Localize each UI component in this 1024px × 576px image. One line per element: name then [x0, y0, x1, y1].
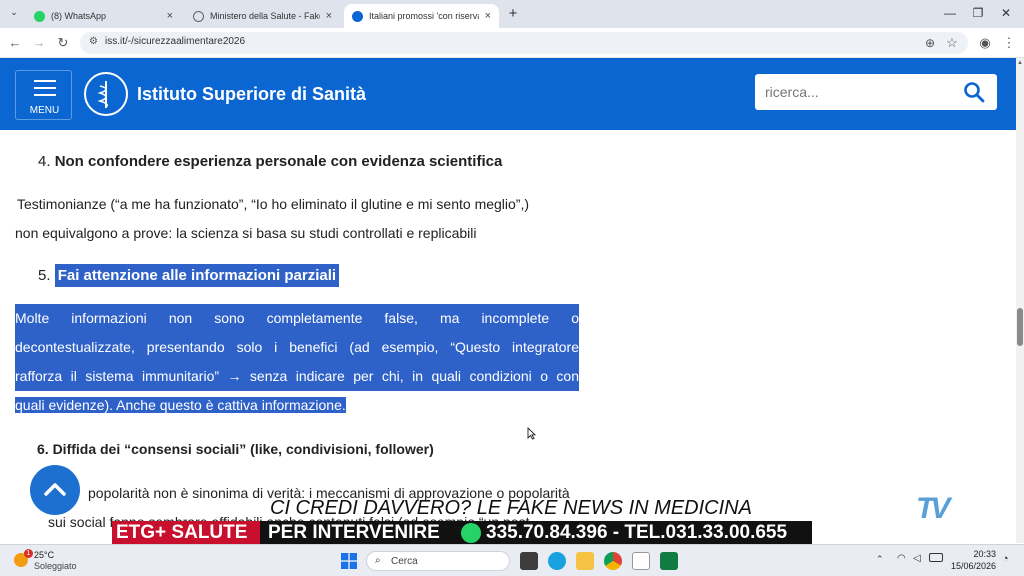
- site-header: MENU Istituto Superiore di Sanità: [0, 58, 1016, 130]
- windows-start-icon[interactable]: [341, 553, 357, 569]
- broadcast-ticker: ETG+ SALUTE PER INTERVENIRE 335.70.84.39…: [112, 521, 812, 545]
- paragraph-line: rafforza il sistema immunitario” → senza…: [15, 362, 579, 391]
- chrome-icon[interactable]: [604, 552, 622, 570]
- mouse-cursor-icon: [527, 427, 536, 440]
- iss-favicon-icon: [352, 10, 363, 22]
- scrollbar-thumb[interactable]: [1017, 308, 1023, 346]
- new-tab-button[interactable]: +: [504, 5, 522, 23]
- tab-whatsapp[interactable]: (8) WhatsApp ×: [26, 4, 181, 28]
- paragraph-line: Testimonianze (“a me ha funzionato”, “Io…: [17, 196, 530, 212]
- tab-title: Ministero della Salute - Fake Ne: [210, 11, 320, 21]
- taskbar: 1 25°C Soleggiato ⌕ Cerca ⌃ ◠ ◁ 20:33 15…: [0, 544, 1024, 576]
- close-tab-icon[interactable]: ×: [167, 10, 173, 22]
- address-bar[interactable]: ⚙ iss.it/-/sicurezzaalimentare2026: [80, 32, 968, 54]
- tab-title: Italiani promossi 'con riserva' s: [369, 11, 479, 21]
- cta-text: PER INTERVENIRE: [268, 522, 440, 543]
- paragraph-line: quali evidenze). Anche questo è cattiva …: [15, 397, 346, 413]
- notification-bell-icon[interactable]: ◔: [1002, 553, 1009, 565]
- search-icon: ⌕: [375, 555, 381, 566]
- wifi-icon[interactable]: ◠: [897, 553, 906, 564]
- browser-menu-icon[interactable]: ⋮: [999, 33, 1019, 53]
- tab-strip: ⌄ (8) WhatsApp × Ministero della Salute …: [0, 0, 1024, 28]
- selected-paragraph: Molte informazioni non sono completament…: [15, 304, 579, 420]
- clock-date[interactable]: 15/06/2026: [946, 561, 996, 571]
- tab-ministero[interactable]: Ministero della Salute - Fake Ne ×: [185, 4, 340, 28]
- zoom-icon[interactable]: ⊕: [920, 33, 940, 53]
- profile-icon[interactable]: ◉: [975, 33, 995, 53]
- tab-title: (8) WhatsApp: [51, 11, 107, 21]
- iss-logo[interactable]: [84, 72, 128, 116]
- site-info-icon[interactable]: ⚙: [89, 36, 98, 47]
- list-number: 5.: [38, 267, 51, 284]
- back-arrow-icon[interactable]: ←: [5, 33, 25, 53]
- list-item-6-title: 6. Diffida dei “consensi sociali” (like,…: [37, 441, 434, 457]
- page-scrollbar[interactable]: ▲: [1016, 58, 1024, 543]
- close-tab-icon[interactable]: ×: [326, 10, 332, 22]
- search-input[interactable]: [765, 82, 955, 102]
- selected-list-item-title: Fai attenzione alle informazioni parzial…: [54, 264, 340, 287]
- menu-label: MENU: [29, 105, 60, 116]
- file-explorer-icon[interactable]: [576, 552, 594, 570]
- back-to-top-button[interactable]: [30, 465, 80, 515]
- weather-text: Soleggiato: [34, 561, 77, 571]
- document-icon[interactable]: [632, 552, 650, 570]
- battery-icon[interactable]: [929, 553, 943, 562]
- weather-badge: 1: [24, 549, 33, 558]
- taskbar-search-label: Cerca: [391, 556, 418, 567]
- url-text: iss.it/-/sicurezzaalimentare2026: [105, 36, 246, 47]
- tray-chevron-up-icon[interactable]: ⌃: [876, 554, 884, 565]
- caduceus-icon: [97, 81, 108, 108]
- clock-time[interactable]: 20:33: [946, 549, 996, 559]
- edge-icon[interactable]: [548, 552, 566, 570]
- search-box[interactable]: [755, 74, 997, 110]
- channel-logo: TV: [916, 492, 950, 525]
- green-app-icon[interactable]: [660, 552, 678, 570]
- minimize-button[interactable]: —: [936, 4, 964, 22]
- scroll-up-arrow-icon[interactable]: ▲: [1017, 60, 1023, 66]
- list-item-title: Non confondere esperienza personale con …: [54, 153, 503, 170]
- task-view-icon[interactable]: [520, 552, 538, 570]
- close-window-button[interactable]: ✕: [992, 4, 1020, 22]
- list-item-5: 5. Fai attenzione alle informazioni parz…: [38, 264, 340, 287]
- globe-favicon-icon: [193, 10, 204, 22]
- broadcast-headline: CI CREDI DAVVERO? LE FAKE NEWS IN MEDICI…: [270, 497, 752, 519]
- tab-search-chevron-icon[interactable]: ⌄: [6, 7, 22, 21]
- browser-toolbar: ← → ↻ ⚙ iss.it/-/sicurezzaalimentare2026…: [0, 28, 1024, 58]
- paragraph-line: decontestualizzate, presentando solo i b…: [15, 333, 579, 362]
- search-icon[interactable]: [962, 80, 986, 104]
- hamburger-icon: [34, 80, 56, 82]
- temperature: 25°C: [34, 550, 55, 560]
- paragraph-line: Molte informazioni non sono completament…: [15, 304, 579, 333]
- hamburger-icon: [34, 94, 56, 96]
- hamburger-icon: [34, 87, 56, 89]
- list-item-4: 4. Non confondere esperienza personale c…: [38, 153, 502, 170]
- chevron-up-icon: [44, 483, 66, 496]
- bookmark-star-icon[interactable]: ☆: [942, 33, 962, 53]
- forward-arrow-icon[interactable]: →: [29, 33, 49, 53]
- volume-icon[interactable]: ◁: [913, 553, 921, 564]
- maximize-button[interactable]: ❐: [964, 4, 992, 22]
- site-name[interactable]: Istituto Superiore di Sanità: [137, 84, 366, 105]
- phone-number: 335.70.84.396 - TEL.031.33.00.655: [486, 522, 788, 543]
- reload-icon[interactable]: ↻: [53, 33, 73, 53]
- channel-name: ETG+ SALUTE: [112, 521, 260, 545]
- menu-button[interactable]: MENU: [15, 70, 72, 120]
- paragraph-line: non equivalgono a prove: la scienza si b…: [15, 225, 477, 241]
- tab-italiani-promossi[interactable]: Italiani promossi 'con riserva' s ×: [344, 4, 499, 28]
- close-tab-icon[interactable]: ×: [485, 10, 491, 22]
- taskbar-search[interactable]: ⌕ Cerca: [366, 551, 510, 571]
- list-number: 4.: [38, 153, 51, 170]
- whatsapp-favicon-icon: [34, 10, 45, 22]
- whatsapp-icon: [461, 523, 481, 543]
